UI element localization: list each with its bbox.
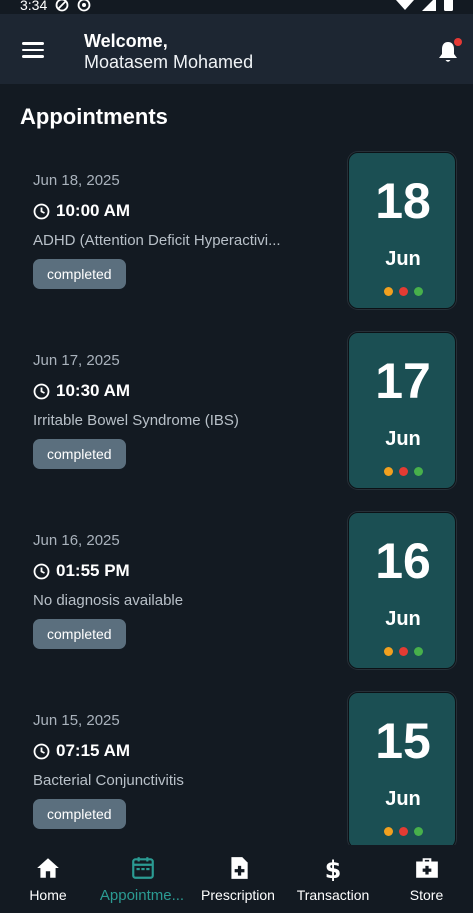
clock-icon bbox=[33, 563, 50, 579]
dot-orange bbox=[383, 647, 393, 656]
nav-home[interactable]: Home bbox=[0, 845, 96, 913]
date-box: 15 Jun bbox=[348, 692, 456, 845]
dot-red bbox=[398, 647, 408, 656]
appointment-time: 07:15 AM bbox=[56, 741, 131, 760]
nav-transaction-label: Transaction bbox=[296, 887, 370, 903]
page-title: Appointments bbox=[20, 104, 168, 129]
status-badge: completed bbox=[33, 619, 126, 649]
signal-icon bbox=[422, 0, 436, 11]
dot-green bbox=[413, 467, 423, 476]
date-box: 17 Jun bbox=[348, 332, 456, 489]
nav-appointments[interactable]: Appointme... bbox=[92, 845, 192, 913]
app-notification-icon bbox=[77, 0, 91, 12]
clock-icon bbox=[33, 383, 50, 399]
appointment-diagnosis: ADHD (Attention Deficit Hyperactivi... bbox=[33, 232, 281, 249]
date-box-month: Jun bbox=[385, 788, 421, 810]
status-time: 3:34 bbox=[20, 0, 48, 13]
date-box: 18 Jun bbox=[348, 152, 456, 309]
app-header: Welcome, Moatasem Mohamed bbox=[0, 14, 473, 84]
status-dots bbox=[349, 647, 457, 656]
date-box-month: Jun bbox=[385, 248, 421, 270]
status-badge: completed bbox=[33, 799, 126, 829]
bottom-nav: Home Appointme... Prescription $ Transac… bbox=[0, 845, 473, 913]
nav-transaction[interactable]: $ Transaction bbox=[286, 845, 380, 913]
menu-icon[interactable] bbox=[22, 42, 44, 58]
dot-green bbox=[413, 647, 423, 656]
welcome-text: Welcome, bbox=[84, 31, 168, 51]
appointment-date: Jun 17, 2025 bbox=[33, 352, 120, 369]
date-box-day: 15 bbox=[375, 713, 431, 769]
user-name: Moatasem Mohamed bbox=[84, 52, 254, 72]
dot-green bbox=[413, 827, 423, 836]
dot-orange bbox=[383, 827, 393, 836]
appointment-card[interactable]: Jun 17, 2025 10:30 AM Irritable Bowel Sy… bbox=[20, 330, 457, 490]
notification-badge bbox=[454, 38, 462, 46]
status-dots bbox=[349, 827, 457, 836]
appointment-card[interactable]: Jun 15, 2025 07:15 AM Bacterial Conjunct… bbox=[20, 690, 457, 845]
nav-home-label: Home bbox=[29, 887, 67, 903]
status-dots bbox=[349, 467, 457, 476]
calendar-icon bbox=[132, 857, 154, 879]
notification-bell-icon[interactable] bbox=[436, 38, 462, 64]
nav-prescription[interactable]: Prescription bbox=[190, 845, 286, 913]
appointment-date: Jun 18, 2025 bbox=[33, 172, 120, 189]
date-box-month: Jun bbox=[385, 608, 421, 630]
date-box: 16 Jun bbox=[348, 512, 456, 669]
prescription-icon bbox=[231, 857, 248, 879]
greeting: Welcome, Moatasem Mohamed bbox=[84, 31, 253, 73]
dot-green bbox=[413, 287, 423, 296]
date-box-day: 16 bbox=[375, 533, 431, 589]
nav-prescription-label: Prescription bbox=[201, 887, 275, 903]
appointment-time-row: 10:00 AM bbox=[33, 201, 130, 221]
appointment-diagnosis: Bacterial Conjunctivitis bbox=[33, 772, 184, 789]
status-dots bbox=[349, 287, 457, 296]
nav-store-label: Store bbox=[409, 887, 444, 903]
status-bar: 3:34 bbox=[0, 0, 473, 14]
date-box-day: 18 bbox=[375, 173, 431, 229]
appointment-diagnosis: No diagnosis available bbox=[33, 592, 184, 609]
appointment-time-row: 10:30 AM bbox=[33, 381, 130, 401]
svg-text:$: $ bbox=[325, 856, 342, 881]
battery-icon bbox=[444, 0, 453, 11]
status-badge: completed bbox=[33, 259, 126, 289]
date-box-day: 17 bbox=[375, 353, 431, 409]
appointment-time: 10:30 AM bbox=[56, 381, 131, 400]
appointment-card[interactable]: Jun 18, 2025 10:00 AM ADHD (Attention De… bbox=[20, 150, 457, 310]
appointment-time-row: 01:55 PM bbox=[33, 561, 130, 581]
date-box-month: Jun bbox=[385, 428, 421, 450]
appointments-list[interactable]: Jun 18, 2025 10:00 AM ADHD (Attention De… bbox=[0, 150, 473, 845]
dot-orange bbox=[383, 467, 393, 476]
appointment-time-row: 07:15 AM bbox=[33, 741, 130, 761]
appointment-time: 01:55 PM bbox=[56, 561, 130, 580]
nav-appointments-label: Appointme... bbox=[99, 887, 185, 904]
appointment-date: Jun 15, 2025 bbox=[33, 712, 120, 729]
home-icon bbox=[37, 858, 59, 878]
dot-orange bbox=[383, 287, 393, 296]
appointment-card[interactable]: Jun 16, 2025 01:55 PM No diagnosis avail… bbox=[20, 510, 457, 670]
status-left: 3:34 bbox=[20, 0, 91, 13]
nav-store[interactable]: Store bbox=[380, 845, 473, 913]
wifi-icon bbox=[396, 0, 414, 10]
appointment-date: Jun 16, 2025 bbox=[33, 532, 120, 549]
store-icon bbox=[416, 858, 438, 878]
dot-red bbox=[398, 467, 408, 476]
clock-icon bbox=[33, 743, 50, 759]
status-badge: completed bbox=[33, 439, 126, 469]
dollar-icon: $ bbox=[325, 856, 342, 881]
dot-red bbox=[398, 287, 408, 296]
clock-icon bbox=[33, 203, 50, 219]
dot-red bbox=[398, 827, 408, 836]
appointment-diagnosis: Irritable Bowel Syndrome (IBS) bbox=[33, 412, 239, 429]
do-not-disturb-icon bbox=[55, 0, 69, 12]
status-right bbox=[396, 0, 453, 11]
appointment-time: 10:00 AM bbox=[56, 201, 131, 220]
